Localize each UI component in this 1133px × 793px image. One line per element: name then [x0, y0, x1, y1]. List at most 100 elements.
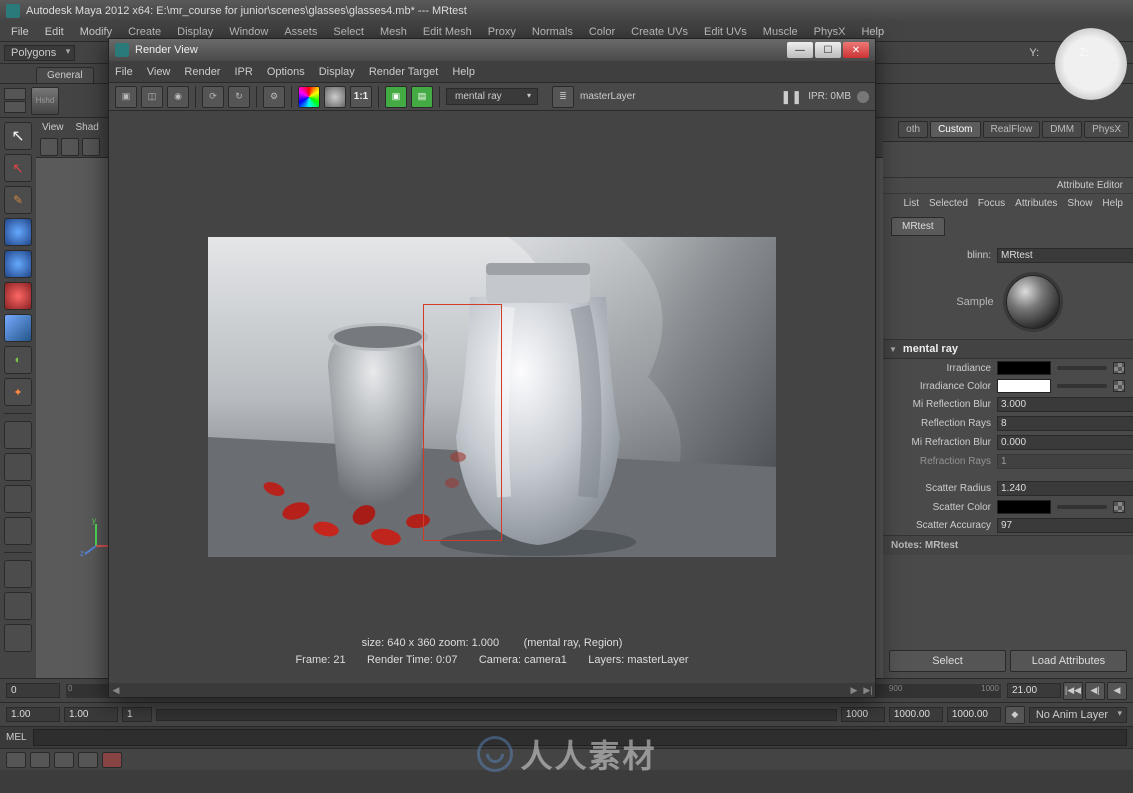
- anim-layer-combo[interactable]: No Anim Layer: [1029, 707, 1127, 723]
- rw-menu-rendertarget[interactable]: Render Target: [369, 66, 439, 78]
- ae-section-mentalray[interactable]: mental ray: [883, 339, 1133, 359]
- refl-rays-field[interactable]: [997, 416, 1133, 431]
- universal-tool-icon[interactable]: [4, 314, 32, 342]
- irradiance-color-swatch[interactable]: [997, 379, 1051, 393]
- ae-menu-focus[interactable]: Focus: [978, 198, 1005, 209]
- viewport-menu-shading[interactable]: Shad: [76, 122, 99, 133]
- shelf-expand-icon[interactable]: [4, 101, 26, 113]
- ae-menu-selected[interactable]: Selected: [929, 198, 968, 209]
- anim-key-icon[interactable]: ◆: [1005, 706, 1025, 724]
- rw-snapshot-icon[interactable]: ◉: [167, 86, 189, 108]
- range-slider[interactable]: [156, 709, 837, 721]
- status-btn-2-icon[interactable]: [30, 752, 50, 768]
- render-region-box[interactable]: [423, 304, 502, 541]
- status-btn-4-icon[interactable]: [78, 752, 98, 768]
- rw-pause-icon[interactable]: ❚❚: [780, 89, 802, 105]
- rotate-tool-icon[interactable]: [4, 250, 32, 278]
- vp-btn-1-icon[interactable]: [40, 138, 58, 156]
- range-start[interactable]: 1.00: [6, 707, 60, 722]
- scatter-color-swatch[interactable]: [997, 500, 1051, 514]
- range-in[interactable]: 1.00: [64, 707, 118, 722]
- rw-titlebar[interactable]: Render View — ☐ ✕: [109, 39, 875, 61]
- viewport-menu-view[interactable]: View: [42, 122, 64, 133]
- status-btn-close-icon[interactable]: [102, 752, 122, 768]
- status-btn-1-icon[interactable]: [6, 752, 26, 768]
- rw-keep-icon[interactable]: ▣: [385, 86, 407, 108]
- rw-render-icon[interactable]: ▣: [115, 86, 137, 108]
- rw-layer-label[interactable]: masterLayer: [580, 91, 636, 102]
- rw-scrollbar[interactable]: ◀ ▶ ▶|: [109, 683, 875, 697]
- load-attributes-button[interactable]: Load Attributes: [1010, 650, 1127, 672]
- menu-edit[interactable]: Edit: [38, 24, 71, 40]
- irradiance-map-icon[interactable]: [1113, 362, 1125, 374]
- tl-start[interactable]: 0: [6, 683, 60, 698]
- lasso-tool-icon[interactable]: ↖: [4, 154, 32, 182]
- shelf-icon-hshd[interactable]: Hshd: [31, 87, 59, 115]
- rw-scroll-end-icon[interactable]: ▶|: [861, 685, 875, 696]
- ae-menu-help[interactable]: Help: [1102, 198, 1123, 209]
- tab-custom[interactable]: Custom: [930, 121, 980, 138]
- range-end2[interactable]: 1000.00: [947, 707, 1001, 722]
- layout-persp-icon[interactable]: [4, 560, 32, 588]
- rw-canvas[interactable]: size: 640 x 360 zoom: 1.000 (mental ray,…: [109, 111, 875, 683]
- paint-tool-icon[interactable]: ✎: [4, 186, 32, 214]
- maximize-icon[interactable]: ☐: [815, 42, 841, 58]
- layout-four-icon[interactable]: [4, 453, 32, 481]
- rw-menu-file[interactable]: File: [115, 66, 133, 78]
- ae-node-tab[interactable]: MRtest: [891, 217, 945, 236]
- mode-combo[interactable]: Polygons: [4, 45, 75, 61]
- scatter-color-map-icon[interactable]: [1113, 501, 1125, 513]
- tab-oth[interactable]: oth: [898, 121, 928, 138]
- rw-zoom-11-icon[interactable]: 1:1: [350, 86, 372, 108]
- irradiance-slider[interactable]: [1057, 366, 1107, 370]
- rw-ipr-icon[interactable]: ⟳: [202, 86, 224, 108]
- tab-dmm[interactable]: DMM: [1042, 121, 1082, 138]
- move-tool-icon[interactable]: [4, 218, 32, 246]
- rw-menu-render[interactable]: Render: [184, 66, 220, 78]
- rw-remove-icon[interactable]: ▤: [411, 86, 433, 108]
- ae-sample-sphere[interactable]: [1006, 275, 1060, 329]
- play-prev-icon[interactable]: ◀|: [1085, 682, 1105, 700]
- mi-refl-blur-field[interactable]: [997, 397, 1133, 412]
- select-tool-icon[interactable]: ↖: [4, 122, 32, 150]
- rw-menu-help[interactable]: Help: [452, 66, 475, 78]
- play-back-icon[interactable]: ◀: [1107, 682, 1127, 700]
- tab-physx[interactable]: PhysX: [1084, 121, 1129, 138]
- rw-menu-ipr[interactable]: IPR: [234, 66, 252, 78]
- rw-menu-options[interactable]: Options: [267, 66, 305, 78]
- layout-hyper-icon[interactable]: [4, 624, 32, 652]
- play-start-icon[interactable]: |◀◀: [1063, 682, 1083, 700]
- scatter-radius-field[interactable]: [997, 481, 1133, 496]
- status-btn-3-icon[interactable]: [54, 752, 74, 768]
- close-icon[interactable]: ✕: [843, 42, 869, 58]
- minimize-icon[interactable]: —: [787, 42, 813, 58]
- soft-tool-icon[interactable]: ◐: [4, 346, 32, 374]
- rw-renderer-combo[interactable]: mental ray: [446, 88, 538, 105]
- ae-menu-show[interactable]: Show: [1067, 198, 1092, 209]
- menu-file[interactable]: File: [4, 24, 36, 40]
- layout-two-h-icon[interactable]: [4, 517, 32, 545]
- tab-realflow[interactable]: RealFlow: [983, 121, 1041, 138]
- show-manip-icon[interactable]: ✦: [4, 378, 32, 406]
- tl-current[interactable]: 21.00: [1007, 683, 1061, 698]
- layout-two-v-icon[interactable]: [4, 485, 32, 513]
- rw-rgb-icon[interactable]: [298, 86, 320, 108]
- layout-outliner-icon[interactable]: [4, 592, 32, 620]
- ae-menu-attributes[interactable]: Attributes: [1015, 198, 1057, 209]
- shelf-collapse-icon[interactable]: [4, 88, 26, 100]
- irradiance-swatch[interactable]: [997, 361, 1051, 375]
- cmd-lang[interactable]: MEL: [6, 732, 27, 743]
- scale-tool-icon[interactable]: [4, 282, 32, 310]
- rw-menu-display[interactable]: Display: [319, 66, 355, 78]
- layout-single-icon[interactable]: [4, 421, 32, 449]
- rw-refresh-icon[interactable]: ↻: [228, 86, 250, 108]
- scatter-color-slider[interactable]: [1057, 505, 1107, 509]
- range-end[interactable]: 1000.00: [889, 707, 943, 722]
- rw-scroll-right-icon[interactable]: ▶: [847, 685, 861, 696]
- shelf-tab-general[interactable]: General: [36, 67, 94, 83]
- rw-region-icon[interactable]: ◫: [141, 86, 163, 108]
- range-in2[interactable]: 1: [122, 707, 152, 722]
- vp-btn-2-icon[interactable]: [61, 138, 79, 156]
- range-out[interactable]: 1000: [841, 707, 885, 722]
- ae-menu-list[interactable]: List: [903, 198, 919, 209]
